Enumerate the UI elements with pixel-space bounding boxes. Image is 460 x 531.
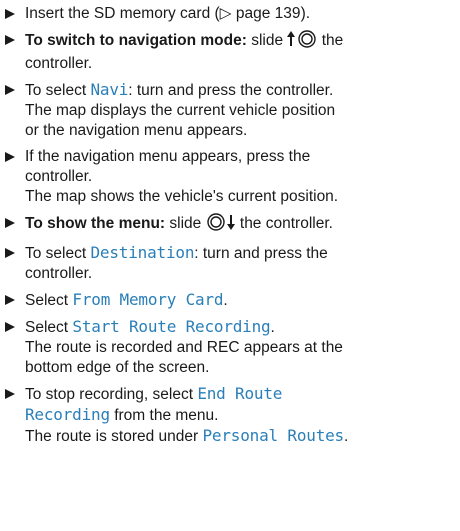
menu-item-end-route: End Route: [197, 384, 283, 403]
step-bullet-icon: [5, 295, 15, 305]
menu-item-recording: Recording: [25, 405, 110, 424]
step-text: Select Start Route Recording.: [25, 317, 275, 336]
step-text: To select Destination: turn and press th…: [25, 243, 328, 262]
step-switch-navigation-mode: To switch to navigation mode: slide the …: [0, 30, 460, 74]
step-bullet-icon: [5, 152, 15, 162]
menu-item-destination: Destination: [90, 243, 195, 262]
step-text: To show the menu: slide the controller.: [25, 213, 460, 237]
step-result: The route is stored under Personal Route…: [25, 426, 349, 445]
menu-item-navi: Navi: [90, 80, 129, 99]
page-reference: ▷ page 139: [219, 5, 301, 22]
step-insert-sd-card: Insert the SD memory card (▷ page 139).: [0, 4, 460, 24]
step-bullet-icon: [5, 35, 15, 45]
controller-slide-up-icon: [287, 30, 317, 54]
step-end-route-recording: To stop recording, select End Route Reco…: [0, 384, 460, 447]
step-bullet-icon: [5, 322, 15, 332]
step-start-route-recording: Select Start Route Recording. The route …: [0, 317, 460, 378]
menu-item-start-route-recording: Start Route Recording: [72, 317, 271, 336]
menu-item-from-memory-card: From Memory Card: [72, 290, 224, 309]
step-bullet-icon: [5, 9, 15, 19]
step-heading: To switch to navigation mode:: [25, 32, 247, 49]
menu-item-personal-routes: Personal Routes: [202, 426, 345, 445]
instruction-list: Insert the SD memory card (▷ page 139). …: [0, 0, 460, 531]
step-text-continued: controller.: [25, 265, 93, 282]
step-select-destination: To select Destination: turn and press th…: [0, 243, 460, 284]
step-text: To switch to navigation mode: slide the: [25, 30, 460, 54]
step-result: The map shows the vehicle's current posi…: [25, 188, 339, 205]
step-result: or the navigation menu appears.: [25, 122, 248, 139]
step-bullet-icon: [5, 85, 15, 95]
step-text-continued: Recording from the menu.: [25, 405, 219, 424]
step-result: The map displays the current vehicle pos…: [25, 102, 336, 119]
step-text: Select From Memory Card.: [25, 290, 228, 309]
step-text: To stop recording, select End Route: [25, 384, 283, 403]
step-bullet-icon: [5, 389, 15, 399]
step-text: To select Navi: turn and press the contr…: [25, 80, 334, 99]
step-result: bottom edge of the screen.: [25, 359, 210, 376]
step-text-continued: controller.: [25, 168, 93, 185]
step-text-continued: controller.: [25, 55, 93, 72]
step-press-controller: If the navigation menu appears, press th…: [0, 147, 460, 207]
step-bullet-icon: [5, 248, 15, 258]
step-heading: To show the menu:: [25, 215, 166, 232]
step-bullet-icon: [5, 218, 15, 228]
step-show-menu: To show the menu: slide the controller.: [0, 213, 460, 237]
step-result: The route is recorded and REC appears at…: [25, 339, 343, 356]
step-select-navi: To select Navi: turn and press the contr…: [0, 80, 460, 141]
step-text: If the navigation menu appears, press th…: [25, 148, 311, 165]
step-text: Insert the SD memory card (▷ page 139).: [25, 5, 311, 22]
controller-slide-down-icon: [206, 213, 236, 237]
step-select-from-memory-card: Select From Memory Card.: [0, 290, 460, 311]
